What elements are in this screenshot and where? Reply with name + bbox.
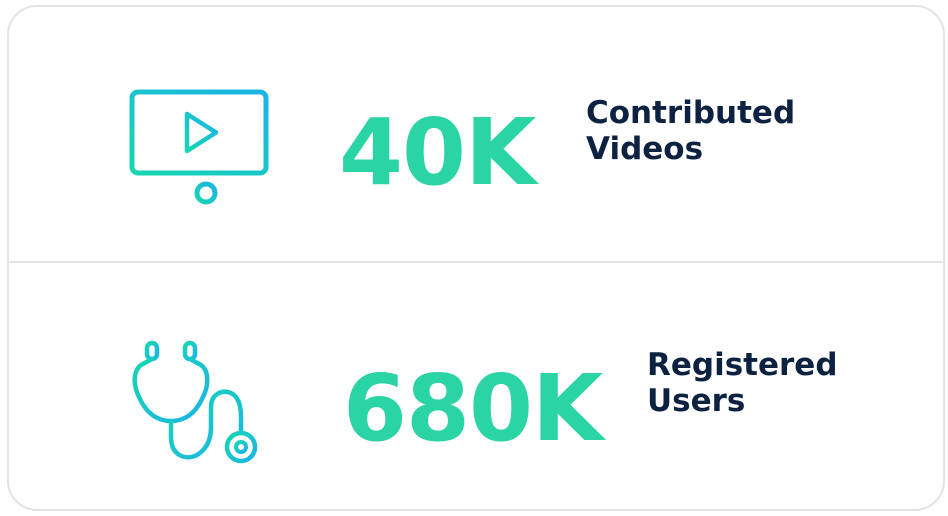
stat-label-line: Contributed xyxy=(586,95,796,131)
stat-value: 40K xyxy=(339,99,536,206)
video-player-icon xyxy=(124,87,274,207)
stat-label-line: Users xyxy=(647,383,746,419)
stat-contributed-videos: 40K Contributed Videos xyxy=(9,7,943,257)
stat-registered-users: 680K Registered Users xyxy=(9,263,943,513)
stat-label-line: Registered xyxy=(647,347,838,383)
stat-label: Registered Users xyxy=(647,347,838,419)
stat-label: Contributed Videos xyxy=(586,95,795,167)
stat-label-line: Videos xyxy=(586,131,704,167)
stethoscope-icon xyxy=(129,337,269,467)
stats-card: 40K Contributed Videos 680K Registered U… xyxy=(7,5,945,511)
stat-value: 680K xyxy=(343,355,603,462)
